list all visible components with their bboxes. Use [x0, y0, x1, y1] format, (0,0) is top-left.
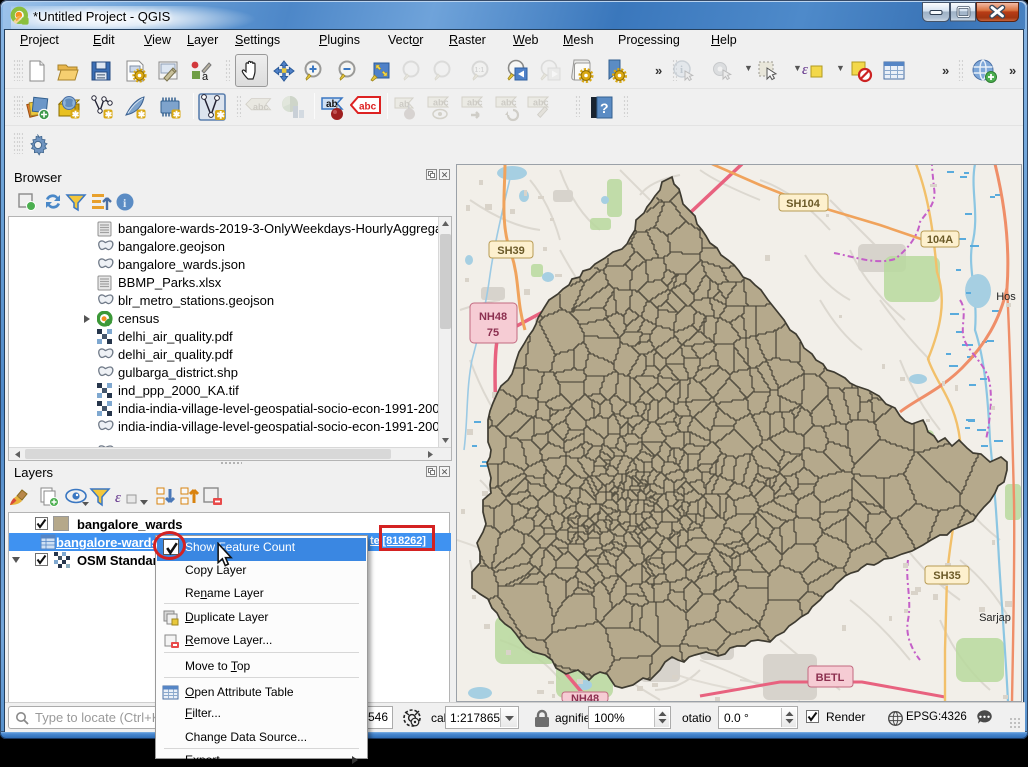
svg-text:i: i	[680, 64, 683, 76]
svg-text:a: a	[202, 71, 209, 83]
svg-text:SH35: SH35	[933, 570, 961, 582]
svg-text:✱: ✱	[138, 110, 146, 120]
svg-text:ε: ε	[802, 62, 808, 78]
svg-text:✱: ✱	[173, 110, 181, 120]
svg-text:Hos: Hos	[996, 291, 1016, 303]
svg-text:SH39: SH39	[497, 245, 525, 257]
svg-text:abc: abc	[467, 98, 483, 108]
svg-text:NH48: NH48	[479, 311, 507, 323]
svg-text:abc: abc	[253, 102, 269, 112]
svg-text:SH104: SH104	[786, 198, 821, 210]
svg-text:?: ?	[600, 100, 609, 116]
svg-text:✱: ✱	[72, 110, 80, 120]
svg-text:✱: ✱	[217, 111, 226, 122]
svg-text:NH48: NH48	[571, 693, 599, 701]
svg-text:abc: abc	[359, 102, 377, 113]
svg-text:104A: 104A	[927, 234, 953, 246]
svg-text:1:1: 1:1	[475, 67, 485, 74]
svg-text:abc: abc	[533, 98, 549, 108]
svg-text:Sarjap: Sarjap	[979, 612, 1011, 624]
svg-text:✱: ✱	[105, 110, 113, 120]
svg-text:abc: abc	[501, 98, 517, 108]
svg-text:ε: ε	[115, 490, 121, 506]
svg-text:BETL: BETL	[816, 672, 845, 684]
svg-text:75: 75	[487, 327, 499, 339]
svg-text:abc: abc	[433, 98, 449, 108]
